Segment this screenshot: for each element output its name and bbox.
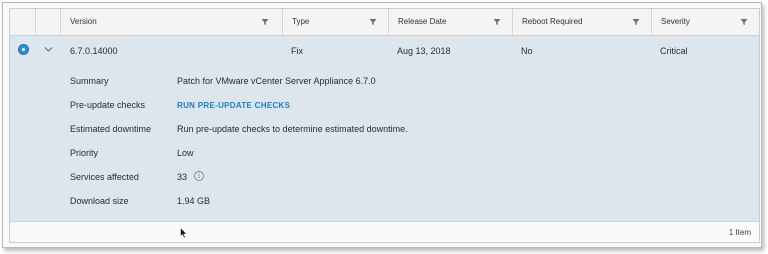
- detail-label-services-affected: Services affected: [70, 172, 139, 182]
- detail-label-priority: Priority: [70, 148, 99, 158]
- detail-label-download-size: Download size: [70, 196, 129, 206]
- detail-value-services-affected: 33: [177, 172, 188, 182]
- filter-icon[interactable]: [740, 18, 748, 26]
- filter-icon[interactable]: [369, 18, 377, 26]
- cell-severity: Critical: [660, 46, 688, 56]
- updates-panel: Version Type Release Date Reboot Require…: [2, 2, 762, 248]
- detail-value-priority: Low: [177, 148, 194, 158]
- detail-label-estimated-downtime: Estimated downtime: [70, 124, 152, 134]
- column-label-release-date: Release Date: [398, 17, 447, 26]
- mouse-cursor-icon: [180, 226, 188, 239]
- item-count: 1 Item: [728, 228, 751, 237]
- filter-icon[interactable]: [632, 18, 640, 26]
- column-header-release-date[interactable]: Release Date: [388, 9, 512, 35]
- cell-version: 6.7.0.14000: [70, 46, 118, 56]
- info-icon[interactable]: i: [194, 171, 204, 181]
- table-row[interactable]: 6.7.0.14000 Fix Aug 13, 2018 No Critical…: [10, 36, 759, 222]
- header-expand-column: [35, 9, 60, 35]
- run-pre-update-checks-link[interactable]: RUN PRE-UPDATE CHECKS: [177, 101, 290, 110]
- updates-datagrid: Version Type Release Date Reboot Require…: [9, 8, 760, 243]
- chevron-down-icon[interactable]: [44, 45, 53, 52]
- detail-label-pre-update-checks: Pre-update checks: [70, 100, 146, 110]
- grid-header: Version Type Release Date Reboot Require…: [10, 9, 759, 36]
- column-label-severity: Severity: [661, 17, 690, 26]
- column-header-type[interactable]: Type: [282, 9, 388, 35]
- header-select-column: [10, 9, 35, 35]
- cell-release-date: Aug 13, 2018: [397, 46, 451, 56]
- detail-value-summary: Patch for VMware vCenter Server Applianc…: [177, 76, 376, 86]
- grid-footer: 1 Item: [10, 222, 759, 242]
- detail-value-estimated-downtime: Run pre-update checks to determine estim…: [177, 124, 408, 134]
- radio-selected-icon[interactable]: [18, 44, 29, 55]
- column-header-reboot-required[interactable]: Reboot Required: [512, 9, 651, 35]
- column-header-version[interactable]: Version: [60, 9, 282, 35]
- cell-reboot-required: No: [521, 46, 533, 56]
- cell-type: Fix: [291, 46, 303, 56]
- filter-icon[interactable]: [261, 18, 269, 26]
- column-label-version: Version: [70, 17, 97, 26]
- column-header-severity[interactable]: Severity: [651, 9, 759, 35]
- detail-value-download-size: 1.94 GB: [177, 196, 211, 206]
- column-label-reboot-required: Reboot Required: [522, 17, 583, 26]
- detail-label-summary: Summary: [70, 76, 109, 86]
- column-label-type: Type: [292, 17, 310, 26]
- filter-icon[interactable]: [493, 18, 501, 26]
